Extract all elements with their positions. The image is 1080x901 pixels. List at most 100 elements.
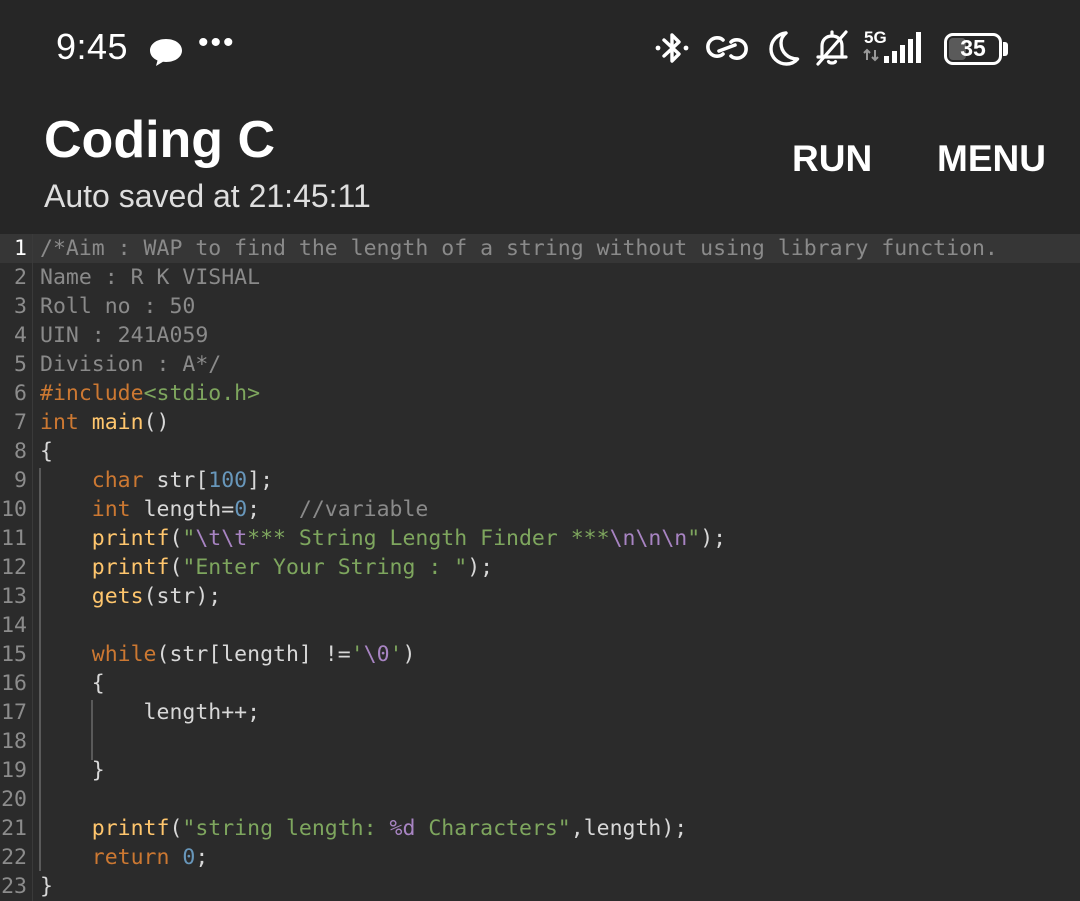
line-number: 6	[14, 381, 27, 406]
code-editor[interactable]: 1 /*Aim : WAP to find the length of a str…	[0, 234, 1080, 901]
code-line[interactable]: 3 Roll no : 50	[0, 292, 1080, 321]
code-token: Name : R K VISHAL	[40, 265, 261, 290]
code-token: "string length:	[182, 816, 390, 841]
code-line[interactable]: 5 Division : A*/	[0, 350, 1080, 379]
code-token: Division : A*/	[40, 352, 222, 377]
line-code: Division : A*/	[40, 350, 221, 379]
line-number: 5	[14, 352, 27, 377]
code-line[interactable]: 22 return 0;	[0, 843, 1080, 872]
line-code: /*Aim : WAP to find the length of a stri…	[40, 234, 998, 263]
code-token: ;	[195, 845, 209, 870]
code-token: *** String Length Finder ***	[247, 526, 610, 551]
code-token: ;	[247, 497, 299, 522]
code-line[interactable]: 18	[0, 727, 1080, 756]
line-code: {	[40, 437, 53, 466]
code-token: str[	[143, 468, 209, 493]
status-bar: 9:45 ••• 5G 35	[0, 0, 1080, 100]
line-code: {	[40, 669, 105, 698]
line-number: 20	[1, 787, 27, 812]
code-token: ,length);	[570, 816, 688, 841]
code-token: char	[91, 468, 144, 493]
more-notifications-dots: •••	[198, 26, 236, 59]
line-code: int main()	[40, 408, 169, 437]
code-token: while	[91, 642, 157, 667]
line-number: 2	[14, 265, 27, 290]
code-token: //variable	[298, 497, 429, 522]
line-code: Roll no : 50	[40, 292, 195, 321]
page-title: Coding C	[44, 111, 276, 169]
code-token: return	[91, 845, 170, 870]
code-token: "Enter Your String : "	[182, 555, 468, 580]
run-button[interactable]: RUN	[792, 138, 872, 180]
line-number: 23	[1, 874, 27, 899]
line-number: 1	[14, 236, 27, 261]
code-line[interactable]: 6 #include<stdio.h>	[0, 379, 1080, 408]
code-token: (str[length] !=	[156, 642, 351, 667]
code-token: }	[40, 758, 105, 783]
chat-bubble-icon	[150, 39, 182, 66]
code-token: 0	[182, 845, 196, 870]
code-token: ()	[143, 410, 170, 435]
code-line[interactable]: 7 int main()	[0, 408, 1080, 437]
code-token: gets	[91, 584, 144, 609]
code-line[interactable]: 11 printf("\t\t*** String Length Finder …	[0, 524, 1080, 553]
code-line[interactable]: 2 Name : R K VISHAL	[0, 263, 1080, 292]
code-token: (str);	[143, 584, 222, 609]
code-line[interactable]: 23}	[0, 872, 1080, 901]
line-number: 21	[1, 816, 27, 841]
line-code: return 0;	[40, 843, 209, 872]
link-icon	[706, 36, 748, 60]
line-code: length++;	[40, 698, 261, 727]
code-token: Roll no : 50	[40, 294, 196, 319]
line-code: }	[40, 872, 53, 901]
code-token: (	[169, 526, 183, 551]
code-line[interactable]: 12 printf("Enter Your String : ");	[0, 553, 1080, 582]
code-line[interactable]: 1 /*Aim : WAP to find the length of a str…	[0, 234, 1080, 263]
menu-button[interactable]: MENU	[937, 138, 1046, 180]
code-line[interactable]: 9 char str[100];	[0, 466, 1080, 495]
code-line[interactable]: 20	[0, 785, 1080, 814]
code-line[interactable]: 13 gets(str);	[0, 582, 1080, 611]
code-token: )	[402, 642, 416, 667]
autosave-status: Auto saved at 21:45:11	[44, 178, 371, 214]
code-token: );	[700, 526, 727, 551]
code-line[interactable]: 10 int length=0; //variable	[0, 495, 1080, 524]
code-token: (	[169, 555, 183, 580]
line-code: gets(str);	[40, 582, 221, 611]
code-token: #include	[40, 381, 144, 406]
status-time: 9:45	[56, 26, 129, 67]
line-number: 17	[1, 700, 27, 725]
line-number: 11	[1, 526, 27, 551]
code-line[interactable]: 15 while(str[length] !='\0')	[0, 640, 1080, 669]
code-line[interactable]: 21 printf("string length: %d Characters"…	[0, 814, 1080, 843]
line-number: 15	[1, 642, 27, 667]
line-number: 8	[14, 439, 27, 464]
code-line[interactable]: 4 UIN : 241A059	[0, 321, 1080, 350]
line-number: 4	[14, 323, 27, 348]
code-token: '	[350, 642, 364, 667]
code-token: \t\t	[195, 526, 248, 551]
code-line[interactable]: 8{	[0, 437, 1080, 466]
code-token: <stdio.h>	[143, 381, 261, 406]
code-line[interactable]: 16 {	[0, 669, 1080, 698]
code-token: length++;	[40, 700, 261, 725]
bell-off-icon	[816, 30, 848, 66]
line-code: printf("Enter Your String : ");	[40, 553, 493, 582]
code-line[interactable]: 17 length++;	[0, 698, 1080, 727]
code-token: "	[687, 526, 701, 551]
line-number: 19	[1, 758, 27, 783]
code-line[interactable]: 14	[0, 611, 1080, 640]
code-line[interactable]: 19 }	[0, 756, 1080, 785]
code-token: \0	[363, 642, 390, 667]
bluetooth-icon	[655, 33, 689, 63]
code-token: 0	[234, 497, 248, 522]
code-token: main	[91, 410, 144, 435]
